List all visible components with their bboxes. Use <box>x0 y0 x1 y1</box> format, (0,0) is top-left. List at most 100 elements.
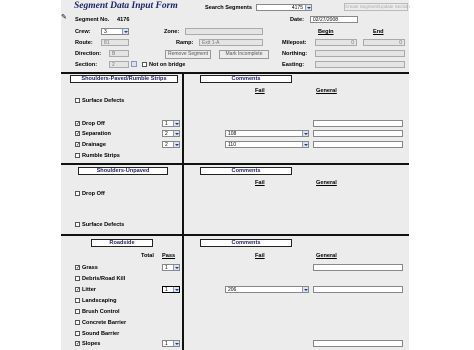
chevron-down-icon[interactable] <box>305 5 311 10</box>
ramp-label: Ramp: <box>176 40 194 46</box>
debris-checkbox[interactable] <box>75 276 80 281</box>
crew-value: 3 <box>104 29 107 35</box>
section-label: Section: <box>75 62 98 68</box>
segment-no-label: Segment No. <box>75 17 110 23</box>
crew-label: Crew: <box>75 29 91 35</box>
grass-value-field[interactable]: 1 <box>162 264 180 271</box>
route-label: Route: <box>75 40 93 46</box>
slopes-general-field[interactable] <box>313 340 403 347</box>
grass-checkbox[interactable]: ✓ <box>75 265 80 271</box>
route-field: 81 <box>101 39 129 46</box>
chevron-down-icon[interactable] <box>173 131 179 136</box>
northing-field <box>315 50 405 57</box>
northing-label: Northing: <box>282 51 308 57</box>
litter-value-field[interactable]: 1 <box>162 286 180 293</box>
drop-off-general-field[interactable] <box>313 120 403 127</box>
search-segments-dropdown[interactable]: 4175 <box>256 4 312 11</box>
brush-control-checkbox[interactable] <box>75 309 80 314</box>
paved-fail-header: Fail <box>255 88 265 94</box>
roadside-pass-header: Pass <box>162 253 176 259</box>
divider-paved-top <box>61 72 409 74</box>
rumble-strips-checkbox[interactable] <box>75 153 80 158</box>
chevron-down-icon[interactable] <box>173 121 179 126</box>
concrete-barrier-checkbox[interactable] <box>75 320 80 325</box>
landscaping-checkbox[interactable] <box>75 298 80 303</box>
unpaved-drop-off-checkbox[interactable] <box>75 191 80 196</box>
chevron-down-icon[interactable] <box>302 142 308 147</box>
paved-section-header: Shoulders-Paved/Rumble Strips <box>70 75 178 83</box>
slopes-value-field[interactable]: 1 <box>162 340 180 347</box>
create-segment-button[interactable]: Create Segment/Update Section <box>344 3 410 11</box>
drainage-general-field[interactable] <box>313 141 403 148</box>
unpaved-drop-off-label: Drop Off <box>82 191 105 197</box>
landscaping-label: Landscaping <box>82 298 117 304</box>
pencil-icon: ✎ <box>61 14 67 21</box>
section-field: 2 <box>109 61 129 68</box>
remove-segment-button[interactable]: Remove Segment <box>165 50 211 59</box>
crew-dropdown[interactable]: 3 <box>101 28 129 35</box>
divider-paved-vertical <box>182 72 184 164</box>
roadside-fail-header: Fail <box>255 253 265 259</box>
litter-fail-dropdown[interactable]: 206 <box>225 286 309 293</box>
section-dropdown-icon[interactable] <box>131 61 137 67</box>
litter-value: 1 <box>165 287 168 293</box>
chevron-down-icon[interactable] <box>173 341 179 346</box>
unpaved-general-header: General <box>316 180 337 186</box>
chevron-down-icon[interactable] <box>173 287 179 292</box>
litter-checkbox[interactable]: ✓ <box>75 287 80 293</box>
drop-off-value: 1 <box>165 121 168 127</box>
separation-value-field[interactable]: 2 <box>162 130 180 137</box>
chevron-down-icon[interactable] <box>173 142 179 147</box>
drainage-fail-value: 110 <box>228 142 236 148</box>
drainage-fail-dropdown[interactable]: 110 <box>225 141 309 148</box>
zone-field <box>185 28 263 35</box>
divider-unpaved-vertical <box>182 163 184 235</box>
not-on-bridge-checkbox[interactable] <box>142 62 147 67</box>
drainage-checkbox[interactable]: ✓ <box>75 142 80 148</box>
direction-field: B <box>109 50 129 57</box>
unpaved-surface-defects-label: Surface Defects <box>82 222 125 228</box>
easting-field <box>315 61 405 68</box>
end-label: End <box>373 29 384 35</box>
easting-label: Easting: <box>282 62 305 68</box>
drainage-value: 2 <box>165 142 168 148</box>
grass-general-field[interactable] <box>313 264 403 271</box>
separation-checkbox[interactable]: ✓ <box>75 131 80 137</box>
drainage-value-field[interactable]: 2 <box>162 141 180 148</box>
litter-general-field[interactable] <box>313 286 403 293</box>
date-field[interactable]: 02/27/2008 <box>310 16 358 23</box>
unpaved-comments-header: Comments <box>200 167 292 175</box>
divider-roadside-top <box>61 234 409 236</box>
sound-barrier-label: Sound Barrier <box>82 331 120 337</box>
drop-off-checkbox[interactable]: ✓ <box>75 121 80 127</box>
surface-defects-checkbox[interactable] <box>75 98 80 103</box>
separation-fail-value: 108 <box>228 131 237 137</box>
date-label: Date: <box>290 17 304 23</box>
milepost-label: Milepost: <box>282 40 307 46</box>
search-label: Search Segments <box>205 5 252 11</box>
sound-barrier-checkbox[interactable] <box>75 331 80 336</box>
chevron-down-icon[interactable] <box>302 131 308 136</box>
grass-value: 1 <box>165 265 168 271</box>
unpaved-fail-header: Fail <box>255 180 265 186</box>
debris-label: Debris/Road Kill <box>82 276 126 282</box>
roadside-total-header: Total <box>141 253 154 259</box>
chevron-down-icon[interactable] <box>302 287 308 292</box>
mark-incomplete-button[interactable]: Mark Incomplete <box>219 50 269 59</box>
unpaved-surface-defects-checkbox[interactable] <box>75 222 80 227</box>
separation-fail-dropdown[interactable]: 108 <box>225 130 309 137</box>
separation-label: Separation <box>82 131 111 137</box>
litter-label: Litter <box>82 287 96 293</box>
begin-label: Begin <box>318 29 334 35</box>
separation-general-field[interactable] <box>313 130 403 137</box>
separation-value: 2 <box>165 131 168 137</box>
paved-comments-header: Comments <box>200 75 292 83</box>
chevron-down-icon[interactable] <box>173 265 179 270</box>
chevron-down-icon[interactable] <box>122 29 128 34</box>
drop-off-value-field[interactable]: 1 <box>162 120 180 127</box>
slopes-checkbox[interactable]: ✓ <box>75 341 80 347</box>
concrete-barrier-label: Concrete Barrier <box>82 320 127 326</box>
drainage-label: Drainage <box>82 142 106 148</box>
divider-unpaved-top <box>61 163 409 165</box>
search-value: 4175 <box>291 5 303 11</box>
